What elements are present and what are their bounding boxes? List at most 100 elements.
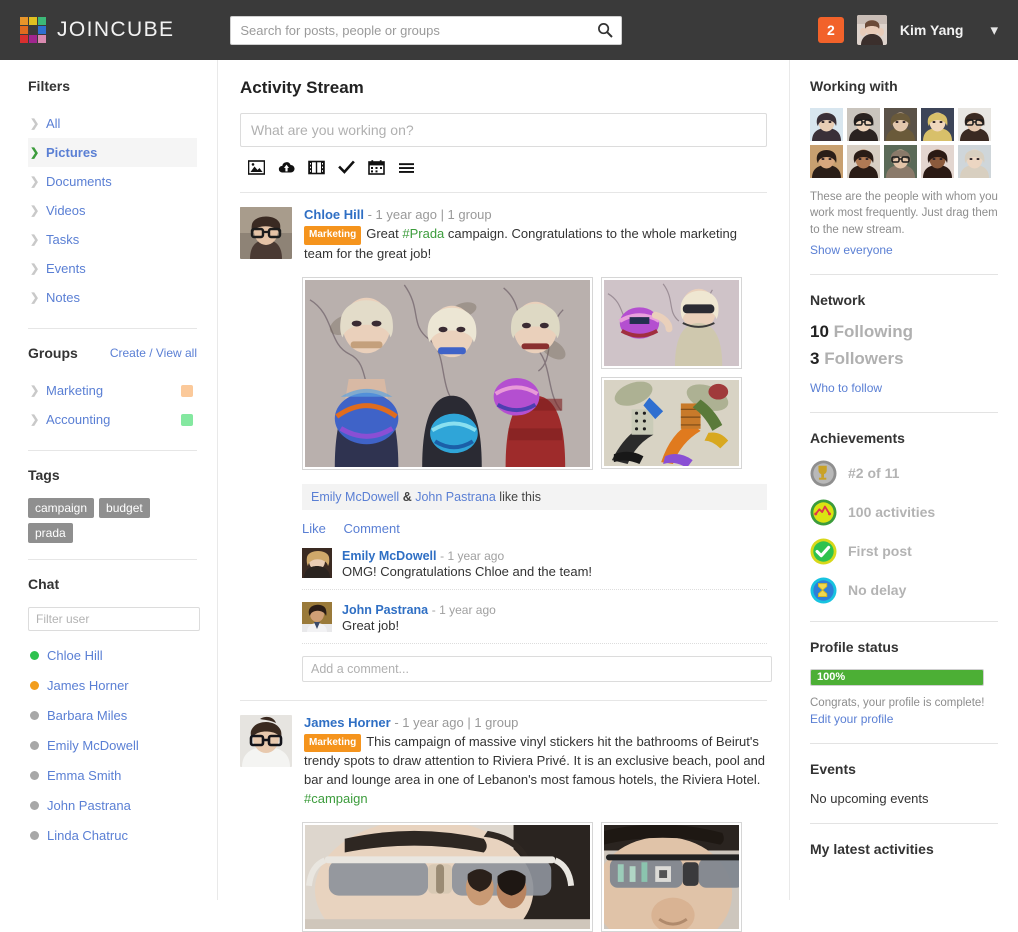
working-with-avatar[interactable] <box>810 145 843 178</box>
achievement-label: #2 of 11 <box>848 465 900 482</box>
composer-toolbar <box>248 159 767 176</box>
tags-heading: Tags <box>28 467 197 483</box>
notification-badge[interactable]: 2 <box>817 17 844 43</box>
avatar[interactable] <box>856 15 887 45</box>
search-input[interactable] <box>230 15 623 45</box>
comment-body: John Pastrana - 1 year ago Great job! <box>342 602 496 633</box>
post-author[interactable]: James Horner <box>304 715 391 730</box>
gallery-thumb-image[interactable] <box>601 822 742 932</box>
tag-campaign[interactable]: campaign <box>28 498 95 518</box>
search-container <box>230 15 623 45</box>
working-with-avatar[interactable] <box>884 145 917 178</box>
group-item-label: Marketing <box>46 383 104 398</box>
sidebar-item-pictures[interactable]: ❯ Pictures <box>28 138 197 167</box>
post-group-badge[interactable]: Marketing <box>304 733 362 753</box>
achievement-row[interactable]: First post <box>810 538 998 565</box>
sidebar-item-documents[interactable]: ❯ Documents <box>28 167 197 196</box>
status-dot <box>30 800 39 810</box>
sidebar-item-all[interactable]: ❯ All <box>28 109 197 138</box>
comment-text: OMG! Congratulations Chloe and the team! <box>342 563 593 579</box>
like-person-link[interactable]: John Pastrana <box>415 490 496 504</box>
gallery-thumb-image[interactable] <box>601 376 742 469</box>
avatar[interactable] <box>302 601 332 632</box>
logo-cell-8 <box>38 35 46 43</box>
gallery-main-image[interactable] <box>302 822 593 932</box>
chat-user[interactable]: Emma Smith <box>28 760 197 790</box>
groups-create-view-all-link[interactable]: Create / View all <box>110 346 197 360</box>
sidebar-item-videos[interactable]: ❯ Videos <box>28 196 197 225</box>
avatar[interactable] <box>240 207 292 259</box>
page-body: Filters ❯ All ❯ Pictures ❯ Documents ❯ Videos ❯ T… <box>0 60 1018 932</box>
comment-author[interactable]: Emily McDowell <box>342 549 436 563</box>
following-row: 10 Following <box>810 322 998 342</box>
sidebar-item-notes[interactable]: ❯ Notes <box>28 283 197 312</box>
chevron-down-icon[interactable]: ▾ <box>990 21 998 39</box>
working-with-avatar[interactable] <box>884 108 917 141</box>
events-empty-text: No upcoming events <box>810 791 929 807</box>
cloud-upload-icon[interactable] <box>278 159 295 176</box>
avatar[interactable] <box>240 714 292 767</box>
working-with-avatar[interactable] <box>810 108 843 141</box>
calendar-icon[interactable] <box>368 159 385 176</box>
check-icon[interactable] <box>338 159 355 176</box>
chat-user[interactable]: Chloe Hill <box>28 640 197 670</box>
list-icon[interactable] <box>398 159 415 176</box>
achievement-row[interactable]: No delay <box>810 577 998 604</box>
chat-user-name: Emma Smith <box>47 767 122 783</box>
post-gallery <box>302 822 767 932</box>
post-body: James Horner - 1 year ago | 1 group Mark… <box>304 715 767 810</box>
gallery-main-image[interactable] <box>302 276 593 470</box>
working-with-avatar[interactable] <box>847 145 880 178</box>
achievement-row[interactable]: 100 activities <box>810 499 998 526</box>
comment-button[interactable]: Comment <box>343 521 399 536</box>
chevron-right-icon: ❯ <box>30 385 40 397</box>
working-with-avatar[interactable] <box>921 145 954 178</box>
edit-profile-link[interactable]: Edit your profile <box>810 712 893 726</box>
group-item-accounting[interactable]: ❯ Accounting <box>28 405 197 434</box>
avatar[interactable] <box>302 547 332 578</box>
chat-user[interactable]: John Pastrana <box>28 790 197 820</box>
like-person-link[interactable]: Emily McDowell <box>311 490 399 504</box>
post-hashtag[interactable]: #Prada <box>402 226 444 241</box>
chat-heading: Chat <box>28 576 197 592</box>
show-everyone-link[interactable]: Show everyone <box>810 243 893 257</box>
post-hashtag[interactable]: #campaign <box>304 791 368 806</box>
sidebar-item-events[interactable]: ❯ Events <box>28 254 197 283</box>
group-item-marketing[interactable]: ❯ Marketing <box>28 376 197 405</box>
chat-user-name: James Horner <box>47 677 129 693</box>
gallery-thumbs <box>601 822 742 932</box>
comment-author[interactable]: John Pastrana <box>342 603 428 617</box>
achievement-row[interactable]: #2 of 11 <box>810 460 998 487</box>
chat-user[interactable]: Emily McDowell <box>28 730 197 760</box>
profile-note: Congrats, your profile is complete! <box>810 696 985 709</box>
brand-logo[interactable]: JOINCUBE <box>20 17 174 43</box>
image-icon[interactable] <box>248 159 265 176</box>
add-comment-input[interactable] <box>302 655 772 682</box>
achievements-heading: Achievements <box>810 429 905 446</box>
sidebar-item-tasks[interactable]: ❯ Tasks <box>28 225 197 254</box>
chat-filter-input[interactable] <box>28 607 200 631</box>
divider <box>28 559 197 560</box>
followers-label: Followers <box>824 348 904 368</box>
who-to-follow-link[interactable]: Who to follow <box>810 381 882 395</box>
post-group-badge[interactable]: Marketing <box>304 226 362 245</box>
chat-user[interactable]: James Horner <box>28 670 197 700</box>
post-author[interactable]: Chloe Hill <box>304 207 364 222</box>
profile-progress-fill: 100% <box>811 669 983 685</box>
gallery-thumb-image[interactable] <box>601 276 742 369</box>
post-text: Marketing Great #Prada campaign. Congratu… <box>304 225 767 264</box>
chat-user-name: John Pastrana <box>47 797 131 813</box>
tag-prada[interactable]: prada <box>28 523 73 543</box>
working-with-avatar[interactable] <box>847 108 880 141</box>
tag-budget[interactable]: budget <box>99 498 150 518</box>
like-button[interactable]: Like <box>302 521 326 536</box>
working-with-avatar[interactable] <box>958 108 991 141</box>
working-with-avatar[interactable] <box>921 108 954 141</box>
working-with-avatar[interactable] <box>958 145 991 178</box>
film-icon[interactable] <box>308 159 325 176</box>
chevron-right-icon: ❯ <box>30 176 40 188</box>
chat-user[interactable]: Barbara Miles <box>28 700 197 730</box>
user-name[interactable]: Kim Yang <box>900 22 964 38</box>
post-composer-input[interactable] <box>240 113 767 147</box>
chat-user[interactable]: Linda Chatruc <box>28 820 197 850</box>
